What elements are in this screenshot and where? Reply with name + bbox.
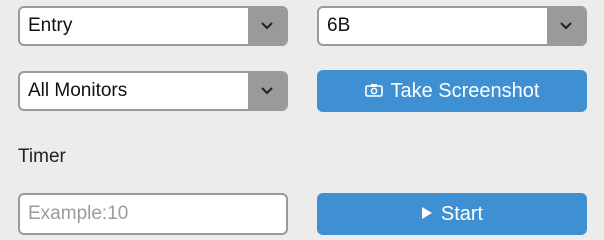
seat-select-value: 6B (327, 15, 351, 36)
entry-select[interactable]: Entry (18, 6, 288, 46)
timer-input-placeholder: Example:10 (28, 203, 129, 224)
take-screenshot-button[interactable]: Take Screenshot (317, 70, 587, 112)
entry-select-value: Entry (28, 15, 73, 36)
start-button[interactable]: Start (317, 193, 587, 235)
chevron-down-icon (248, 8, 286, 44)
timer-label: Timer (18, 146, 66, 167)
start-label: Start (440, 202, 484, 225)
timer-input[interactable]: Example:10 (18, 193, 288, 235)
play-icon (421, 203, 433, 226)
screenshot-panel: Entry 6B All Monitors Take Screenshot Ti… (0, 0, 604, 235)
chevron-down-icon (547, 8, 585, 44)
chevron-down-icon (248, 73, 286, 109)
monitor-select[interactable]: All Monitors (18, 71, 288, 111)
seat-select[interactable]: 6B (317, 6, 587, 46)
monitor-select-value: All Monitors (28, 80, 128, 101)
take-screenshot-label: Take Screenshot (390, 79, 540, 102)
camera-icon (364, 80, 383, 103)
